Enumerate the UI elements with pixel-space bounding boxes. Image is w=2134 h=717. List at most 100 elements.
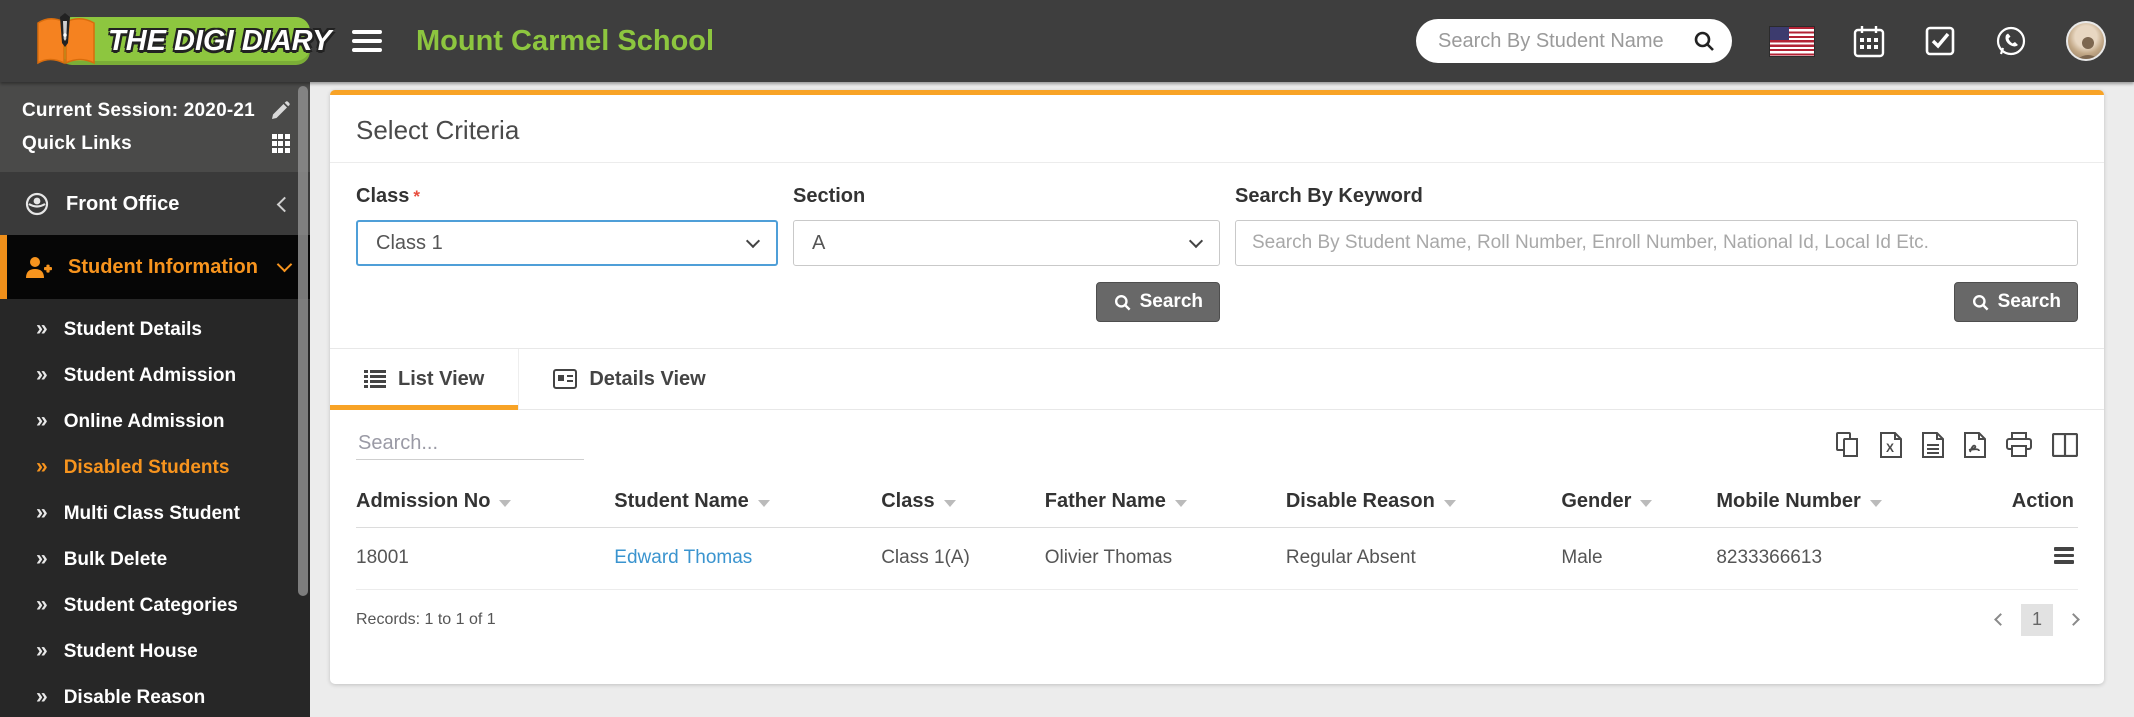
cell-mobile-number: 8233366613 — [1716, 527, 1949, 590]
class-select[interactable]: Class 1 — [356, 220, 778, 266]
section-select[interactable]: A — [793, 220, 1220, 266]
cell-gender: Male — [1561, 527, 1717, 590]
col-gender[interactable]: Gender — [1561, 476, 1717, 528]
whatsapp-icon[interactable] — [1994, 24, 2028, 58]
header-search-input[interactable] — [1438, 29, 1692, 53]
col-action: Action — [1948, 476, 2078, 528]
quick-links-grid-icon[interactable] — [271, 134, 290, 153]
export-excel-icon[interactable]: X — [1880, 432, 1902, 458]
students-table: Admission No Student Name Class Father N… — [356, 476, 2078, 590]
app-window: THE DIGI DIARY Mount Carmel School Searc… — [0, 0, 2134, 717]
quick-links-label: Quick Links — [22, 132, 132, 154]
keyword-input[interactable] — [1235, 220, 2078, 266]
sidebar-item-student-categories[interactable]: » Student Categories — [0, 583, 310, 629]
book-pen-icon — [37, 13, 95, 65]
section-field-group: Section A — [793, 185, 1220, 266]
sort-caret-icon — [757, 500, 770, 507]
sidebar-item-disable-reason[interactable]: » Disable Reason — [0, 675, 310, 717]
top-header: THE DIGI DIARY Mount Carmel School — [0, 0, 2134, 82]
sort-caret-icon — [1174, 500, 1187, 507]
col-disable-reason[interactable]: Disable Reason — [1285, 476, 1562, 528]
export-pdf-icon[interactable] — [1964, 432, 1986, 458]
print-icon[interactable] — [2006, 432, 2032, 458]
sort-caret-icon — [499, 500, 512, 507]
col-student-name[interactable]: Student Name — [614, 476, 882, 528]
sidebar-item-student-information[interactable]: Student Information — [0, 235, 310, 299]
sidebar-item-label: Student Information — [68, 255, 258, 278]
class-field-group: Class * Class 1 — [356, 185, 778, 266]
tab-list-view[interactable]: List View — [330, 349, 520, 410]
app-logo[interactable]: THE DIGI DIARY — [30, 13, 331, 69]
double-chevron-icon: » — [36, 593, 48, 616]
front-office-icon — [25, 192, 49, 216]
list-view-icon — [364, 370, 386, 388]
sidebar-item-bulk-delete[interactable]: » Bulk Delete — [0, 537, 310, 583]
school-name: Mount Carmel School — [416, 24, 715, 57]
section-label: Section — [793, 185, 866, 207]
sidebar-item-label: Front Office — [66, 192, 180, 215]
page-number[interactable]: 1 — [2021, 603, 2053, 636]
export-csv-icon[interactable] — [1922, 432, 1944, 458]
required-mark: * — [413, 187, 420, 206]
prev-page-icon[interactable] — [1994, 613, 2007, 626]
sort-caret-icon — [943, 500, 956, 507]
sidebar-item-disabled-students[interactable]: » Disabled Students — [0, 445, 310, 491]
cell-disable-reason: Regular Absent — [1285, 527, 1562, 590]
tab-details-view[interactable]: Details View — [519, 349, 739, 409]
col-father-name[interactable]: Father Name — [1044, 476, 1286, 528]
keyword-label: Search By Keyword — [1235, 185, 1423, 207]
main-content: Select Criteria Class * Class 1 Section … — [310, 82, 2134, 717]
cell-class: Class 1(A) — [881, 527, 1045, 590]
cell-student-name-link[interactable]: Edward Thomas — [614, 527, 882, 590]
next-page-icon[interactable] — [2067, 613, 2080, 626]
row-action-menu-icon[interactable] — [2054, 544, 2074, 567]
double-chevron-icon: » — [36, 455, 48, 478]
sort-caret-icon — [1443, 500, 1456, 507]
menu-toggle-icon[interactable] — [352, 25, 382, 57]
sort-caret-icon — [1869, 500, 1882, 507]
sidebar-item-front-office[interactable]: Front Office — [0, 173, 310, 235]
double-chevron-icon: » — [36, 317, 48, 340]
svg-text:X: X — [1886, 441, 1894, 455]
col-mobile-number[interactable]: Mobile Number — [1716, 476, 1949, 528]
user-avatar[interactable] — [2066, 21, 2106, 61]
col-class[interactable]: Class — [881, 476, 1045, 528]
table-header-row: Admission No Student Name Class Father N… — [356, 476, 2078, 528]
sidebar-item-student-details[interactable]: » Student Details — [0, 307, 310, 353]
search-icon[interactable] — [1692, 29, 1716, 53]
logo-text: THE DIGI DIARY — [108, 25, 332, 57]
session-block: Current Session: 2020-21 Quick Links — [0, 82, 310, 173]
col-admission-no[interactable]: Admission No — [356, 476, 615, 528]
double-chevron-icon: » — [36, 685, 48, 708]
sidebar-scrollbar[interactable] — [298, 86, 308, 596]
chevron-down-icon — [276, 256, 293, 273]
content-card: Select Criteria Class * Class 1 Section … — [330, 90, 2104, 684]
calendar-icon[interactable] — [1852, 24, 1886, 58]
sidebar-item-online-admission[interactable]: » Online Admission — [0, 399, 310, 445]
search-icon — [1114, 294, 1131, 310]
table-row: 18001 Edward Thomas Class 1(A) Olivier T… — [356, 527, 2078, 590]
sidebar-item-multi-class-student[interactable]: » Multi Class Student — [0, 491, 310, 537]
keyword-field-group: Search By Keyword — [1235, 185, 2078, 266]
language-flag-icon[interactable] — [1770, 26, 1814, 56]
student-information-icon — [26, 257, 52, 278]
edit-session-icon[interactable] — [270, 100, 290, 121]
table-search-input[interactable] — [356, 428, 584, 460]
column-visibility-icon[interactable] — [2052, 433, 2078, 457]
records-count: Records: 1 to 1 of 1 — [356, 610, 496, 628]
sidebar-item-student-admission[interactable]: » Student Admission — [0, 353, 310, 399]
keyword-search-button[interactable]: Search — [1953, 282, 2078, 322]
search-icon — [1972, 294, 1989, 310]
sort-caret-icon — [1640, 500, 1653, 507]
sidebar-item-student-house[interactable]: » Student House — [0, 629, 310, 675]
header-search[interactable] — [1416, 19, 1732, 63]
current-session-label: Current Session: 2020-21 — [22, 99, 255, 121]
class-section-search-button[interactable]: Search — [1095, 282, 1220, 322]
double-chevron-icon: » — [36, 409, 48, 432]
chevron-down-icon — [1188, 233, 1204, 249]
cell-admission-no: 18001 — [356, 527, 615, 590]
copy-icon[interactable] — [1836, 432, 1860, 458]
double-chevron-icon: » — [36, 639, 48, 662]
chevron-left-icon — [276, 196, 293, 212]
task-check-icon[interactable] — [1924, 25, 1956, 57]
